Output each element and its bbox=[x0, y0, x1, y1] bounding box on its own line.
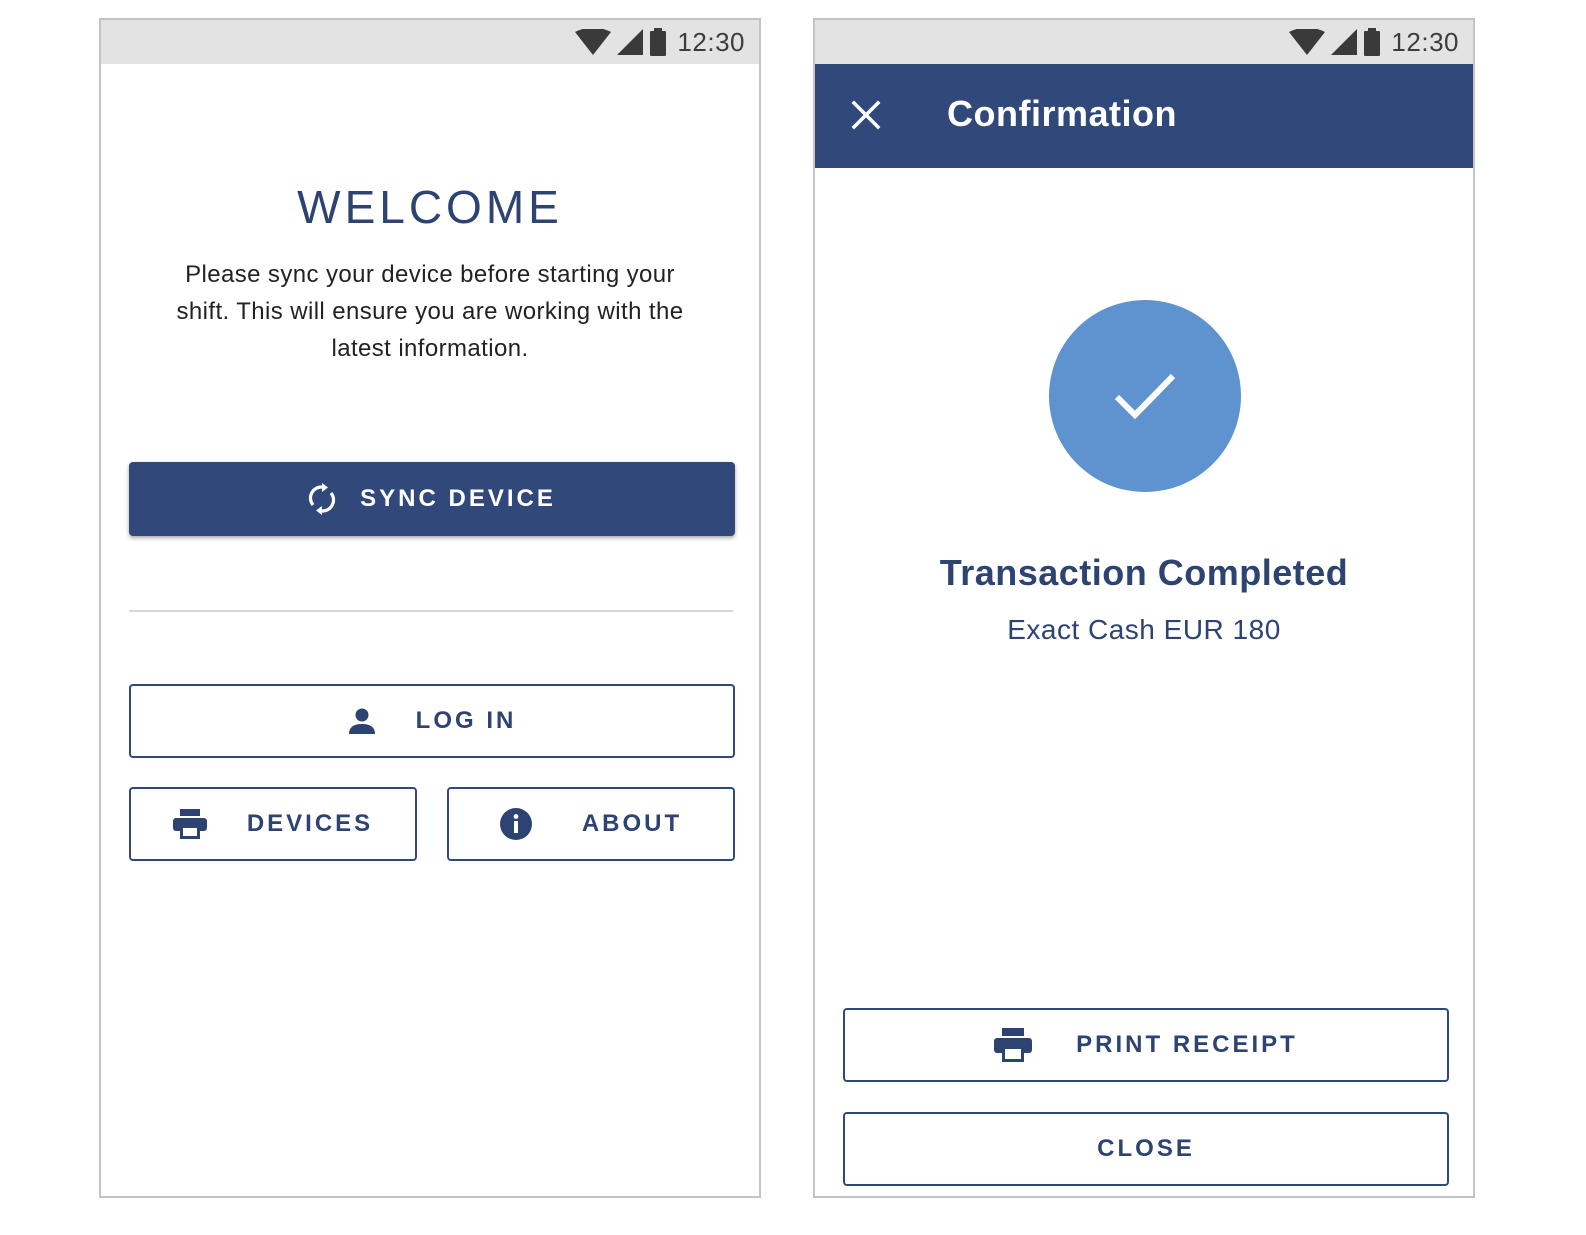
devices-label: DEVICES bbox=[246, 810, 374, 837]
divider bbox=[129, 610, 733, 612]
battery-icon bbox=[1364, 28, 1381, 56]
wifi-icon bbox=[575, 29, 612, 55]
status-bar: 12:30 bbox=[815, 20, 1473, 64]
log-in-label: LOG IN bbox=[415, 707, 517, 734]
sync-device-label: SYNC DEVICE bbox=[360, 485, 556, 512]
wifi-icon bbox=[1289, 29, 1326, 55]
printer-icon bbox=[994, 1028, 1033, 1062]
about-label: ABOUT bbox=[581, 810, 683, 837]
transaction-detail: Exact Cash EUR 180 bbox=[1007, 614, 1281, 645]
devices-button[interactable]: DEVICES bbox=[129, 787, 417, 861]
welcome-screen: 12:30 WELCOME Please sync your device be… bbox=[99, 18, 761, 1198]
welcome-message: Please sync your device before starting … bbox=[176, 261, 684, 362]
close-label: CLOSE bbox=[1097, 1135, 1195, 1162]
log-in-button[interactable]: LOG IN bbox=[129, 684, 735, 758]
close-icon[interactable] bbox=[839, 88, 893, 142]
print-receipt-label: PRINT RECEIPT bbox=[1076, 1031, 1298, 1058]
success-badge bbox=[1049, 300, 1241, 492]
person-icon bbox=[348, 707, 376, 735]
toolbar: Confirmation bbox=[815, 64, 1473, 168]
printer-icon bbox=[172, 809, 207, 839]
battery-icon bbox=[650, 28, 667, 56]
transaction-heading: Transaction Completed bbox=[939, 552, 1349, 593]
check-icon bbox=[1114, 373, 1176, 420]
status-time: 12:30 bbox=[677, 26, 745, 57]
signal-icon bbox=[1331, 29, 1358, 55]
welcome-title: WELCOME bbox=[297, 181, 563, 233]
status-time: 12:30 bbox=[1391, 26, 1459, 57]
about-button[interactable]: ABOUT bbox=[447, 787, 735, 861]
signal-icon bbox=[617, 29, 644, 55]
sync-icon bbox=[308, 483, 336, 515]
info-icon bbox=[499, 808, 532, 840]
toolbar-title: Confirmation bbox=[947, 93, 1177, 134]
close-button[interactable]: CLOSE bbox=[843, 1112, 1449, 1186]
sync-device-button[interactable]: SYNC DEVICE bbox=[129, 462, 735, 536]
status-bar: 12:30 bbox=[101, 20, 759, 64]
print-receipt-button[interactable]: PRINT RECEIPT bbox=[843, 1008, 1449, 1082]
confirmation-screen: 12:30 Confirmation Transaction Completed… bbox=[813, 18, 1475, 1198]
